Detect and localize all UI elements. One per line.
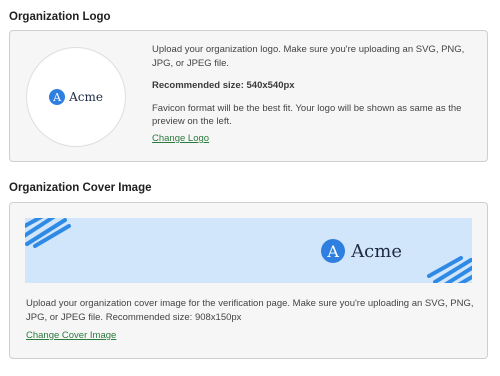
logo-note: Favicon format will be the best fit. You…: [152, 102, 462, 128]
cover-image-preview: A Acme: [25, 218, 472, 283]
cover-brand: A Acme: [321, 239, 402, 263]
logo-instructions: Upload your organization logo. Make sure…: [152, 43, 477, 138]
organization-logo-heading: Organization Logo: [9, 11, 111, 23]
logo-brand-name: Acme: [69, 90, 103, 104]
change-cover-image-link[interactable]: Change Cover Image: [26, 330, 116, 341]
logo-preview: A Acme: [26, 47, 126, 147]
brush-stroke-decoration: [25, 218, 472, 283]
cover-card: A Acme Upload your organization cover im…: [9, 202, 488, 359]
logo-card: A Acme Upload your organization logo. Ma…: [9, 30, 488, 162]
cover-description: Upload your organization cover image for…: [26, 298, 474, 323]
logo-recommended-size: Recommended size: 540x540px: [152, 80, 295, 91]
organization-cover-heading: Organization Cover Image: [9, 182, 152, 194]
acme-logo-icon: A: [321, 239, 346, 263]
cover-brand-name: Acme: [351, 240, 402, 262]
acme-logo-icon: A: [49, 89, 66, 105]
logo-description: Upload your organization logo. Make sure…: [152, 44, 465, 69]
change-logo-link[interactable]: Change Logo: [152, 133, 209, 144]
